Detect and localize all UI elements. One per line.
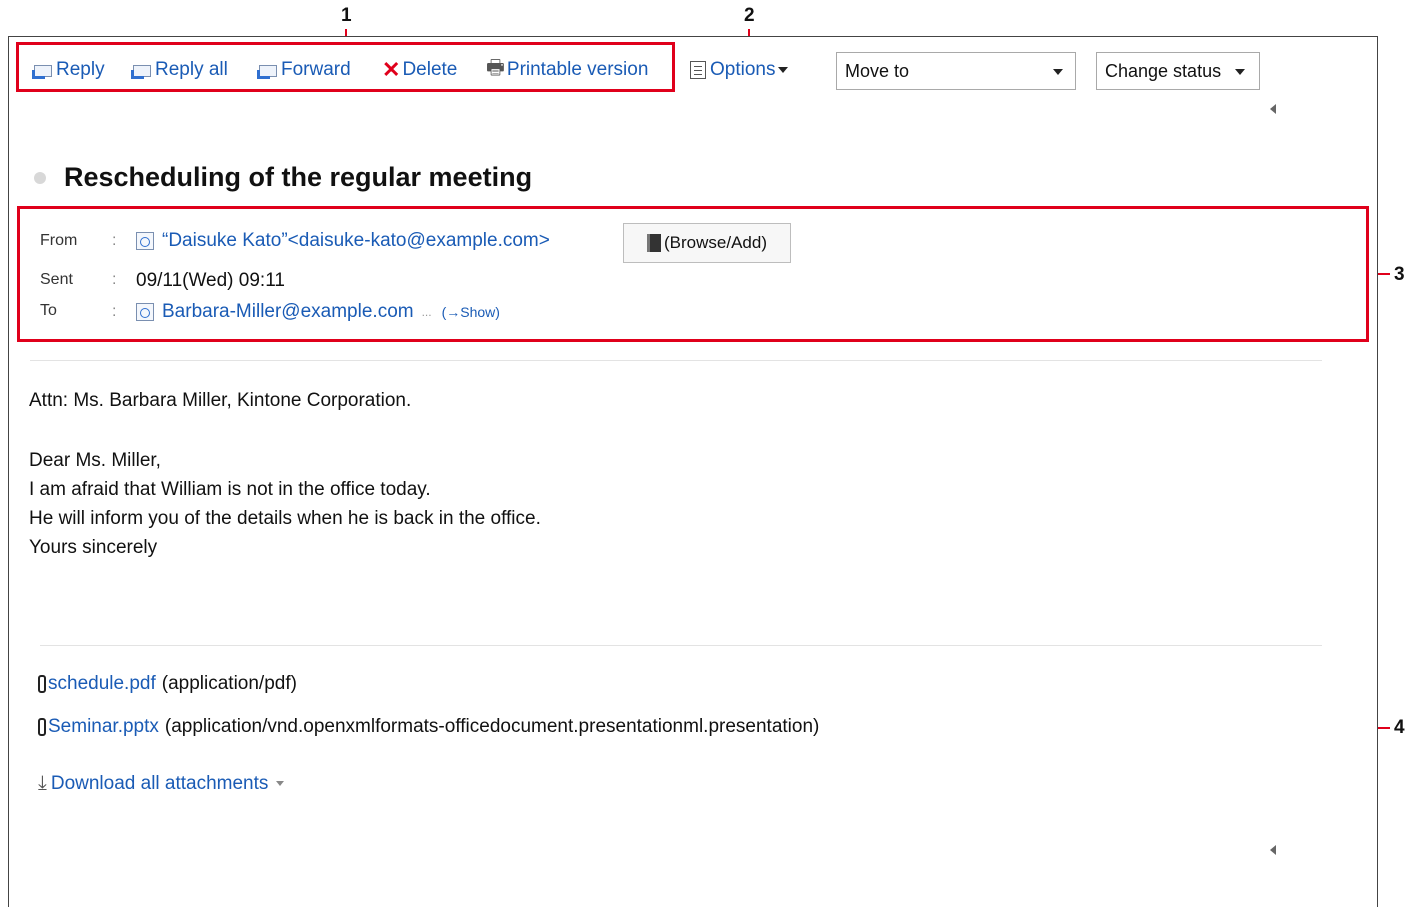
mail-subject: Rescheduling of the regular meeting — [64, 162, 533, 192]
from-label: From — [40, 232, 78, 249]
forward-button[interactable]: Forward — [257, 57, 351, 83]
chevron-down-icon — [1053, 69, 1063, 75]
attachment-item: schedule.pdf (application/pdf) — [38, 673, 297, 695]
to-colon: : — [112, 303, 117, 320]
body-line: I am afraid that William is not in the o… — [29, 479, 431, 500]
options-label: Options — [710, 59, 776, 80]
delete-button[interactable]: ✕ Delete — [382, 57, 457, 83]
attachment-link[interactable]: schedule.pdf — [48, 673, 156, 695]
download-icon: ⤓ — [38, 772, 47, 794]
browse-add-label: (Browse/Add) — [664, 233, 767, 252]
download-all-attachments-link[interactable]: ⤓ Download all attachments — [38, 772, 285, 795]
attachment-mime: (application/pdf) — [161, 673, 297, 694]
callout-2: 2 — [744, 5, 755, 26]
from-address-text: “Daisuke Kato”<daisuke-kato@example.com> — [162, 230, 550, 251]
from-colon: : — [112, 232, 117, 249]
options-dropdown[interactable]: Options — [690, 57, 789, 83]
sent-colon: : — [112, 271, 117, 288]
sent-value: 09/11(Wed) 09:11 — [136, 270, 285, 291]
delete-label: Delete — [402, 59, 458, 80]
sent-label: Sent — [40, 271, 73, 288]
from-address-link[interactable]: “Daisuke Kato”<daisuke-kato@example.com> — [136, 230, 550, 252]
collapse-arrow-icon[interactable] — [1270, 845, 1276, 855]
download-all-label: Download all attachments — [50, 772, 269, 794]
callout-3: 3 — [1394, 264, 1405, 285]
reply-label: Reply — [56, 59, 105, 80]
body-line: Yours sincerely — [29, 537, 158, 558]
options-list-icon — [690, 61, 706, 79]
printable-version-button[interactable]: 🖶 Printable version — [486, 57, 648, 83]
attachment-icon — [38, 675, 46, 693]
to-ellipsis: ... — [421, 305, 432, 319]
reply-all-label: Reply all — [155, 59, 228, 80]
chevron-down-icon — [778, 67, 789, 73]
collapse-arrow-icon[interactable] — [1270, 104, 1276, 114]
attachments-divider — [40, 645, 1322, 646]
delete-x-icon: ✕ — [382, 57, 401, 82]
body-line: He will inform you of the details when h… — [29, 508, 541, 529]
address-book-icon — [647, 234, 661, 252]
show-recipients-link[interactable]: (→Show) — [442, 304, 500, 320]
reply-all-button[interactable]: Reply all — [131, 57, 228, 83]
reply-button[interactable]: Reply — [32, 57, 105, 83]
callout-1: 1 — [341, 5, 352, 26]
to-label: To — [40, 302, 57, 319]
attachment-mime: (application/vnd.openxmlformats-officedo… — [164, 716, 820, 737]
move-to-select[interactable]: Move to — [836, 52, 1076, 90]
forward-label: Forward — [281, 59, 351, 80]
subject-bullet-icon — [34, 172, 46, 184]
reply-all-icon — [131, 62, 153, 79]
attachment-link[interactable]: Seminar.pptx — [48, 716, 159, 738]
change-status-select[interactable]: Change status — [1096, 52, 1260, 90]
attachment-icon — [38, 718, 46, 736]
change-status-label: Change status — [1105, 60, 1222, 81]
address-card-icon — [136, 232, 154, 250]
body-line: Dear Ms. Miller, — [29, 450, 161, 471]
attachment-item: Seminar.pptx (application/vnd.openxmlfor… — [38, 716, 819, 738]
address-card-icon — [136, 303, 154, 321]
chevron-down-icon — [1235, 69, 1245, 75]
to-address-row: Barbara-Miller@example.com ... (→Show) — [136, 301, 500, 323]
move-to-label: Move to — [845, 60, 910, 81]
callout-4: 4 — [1394, 717, 1405, 738]
printer-icon: 🖶 — [486, 57, 505, 79]
printable-version-label: Printable version — [506, 59, 649, 80]
forward-icon — [257, 62, 279, 79]
browse-add-button[interactable]: (Browse/Add) — [623, 223, 791, 263]
to-address-link[interactable]: Barbara-Miller@example.com — [162, 301, 414, 323]
chevron-down-icon — [276, 781, 285, 786]
header-divider — [30, 360, 1322, 361]
reply-icon — [32, 62, 54, 79]
body-line: Attn: Ms. Barbara Miller, Kintone Corpor… — [29, 390, 412, 411]
